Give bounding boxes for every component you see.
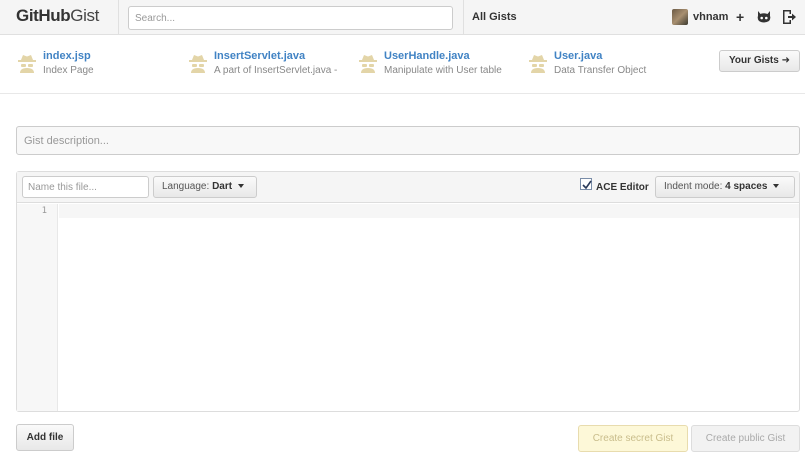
github-gist-logo[interactable]: GitHubGist xyxy=(16,6,99,26)
code-editor-area[interactable] xyxy=(59,204,799,218)
avatar[interactable] xyxy=(672,9,688,25)
gist-spy-icon xyxy=(189,55,207,73)
language-label: Language: xyxy=(162,181,210,192)
add-file-button[interactable]: Add file xyxy=(16,424,74,451)
search-input[interactable] xyxy=(128,6,453,30)
header-divider xyxy=(463,0,464,35)
file-toolbar: Language: Dart ACE Editor Indent mode: 4… xyxy=(17,172,799,203)
indent-mode-select[interactable]: Indent mode: 4 spaces xyxy=(655,176,795,198)
your-gists-button[interactable]: Your Gists ➜ xyxy=(719,50,800,72)
site-header: GitHubGist All Gists vhnam + xyxy=(0,0,805,35)
language-value: Dart xyxy=(212,181,233,192)
file-editor: Language: Dart ACE Editor Indent mode: 4… xyxy=(16,171,800,412)
plus-icon[interactable]: + xyxy=(736,9,744,25)
recent-gist-title[interactable]: index.jsp xyxy=(43,50,91,62)
recent-gist-description: A part of InsertServlet.java - xyxy=(214,65,338,76)
checkmark-icon xyxy=(582,180,592,190)
indent-value: 4 spaces xyxy=(725,181,768,192)
arrow-right-icon: ➜ xyxy=(781,55,790,66)
caret-down-icon xyxy=(773,184,780,189)
ace-editor-checkbox[interactable] xyxy=(580,178,592,190)
line-number: 1 xyxy=(41,206,47,216)
recent-gist-description: Data Transfer Object xyxy=(554,65,647,76)
filename-input[interactable] xyxy=(22,176,149,198)
create-public-gist-button[interactable]: Create public Gist xyxy=(691,425,800,452)
gist-description-input[interactable] xyxy=(16,126,800,155)
sign-out-icon[interactable] xyxy=(781,9,797,25)
caret-down-icon xyxy=(238,184,245,189)
gist-spy-icon xyxy=(529,55,547,73)
ace-editor-label: ACE Editor xyxy=(596,182,649,193)
gist-spy-icon xyxy=(18,55,36,73)
recent-gist-title[interactable]: UserHandle.java xyxy=(384,50,470,62)
recent-gist-description: Manipulate with User table xyxy=(384,65,502,76)
all-gists-link[interactable]: All Gists xyxy=(472,11,517,23)
recent-gist-description: Index Page xyxy=(43,65,94,76)
octocat-icon[interactable] xyxy=(756,9,772,25)
create-secret-gist-button[interactable]: Create secret Gist xyxy=(578,425,688,452)
indent-label: Indent mode: xyxy=(664,181,723,192)
recent-gists-bar: index.jsp Index Page InsertServlet.java … xyxy=(0,36,805,94)
username-link[interactable]: vhnam xyxy=(693,11,728,23)
your-gists-label: Your Gists xyxy=(729,55,779,66)
recent-gist-title[interactable]: User.java xyxy=(554,50,602,62)
gist-spy-icon xyxy=(359,55,377,73)
header-divider xyxy=(118,0,119,35)
recent-gist-title[interactable]: InsertServlet.java xyxy=(214,50,305,62)
line-gutter: 1 xyxy=(17,204,58,411)
language-select[interactable]: Language: Dart xyxy=(153,176,257,198)
